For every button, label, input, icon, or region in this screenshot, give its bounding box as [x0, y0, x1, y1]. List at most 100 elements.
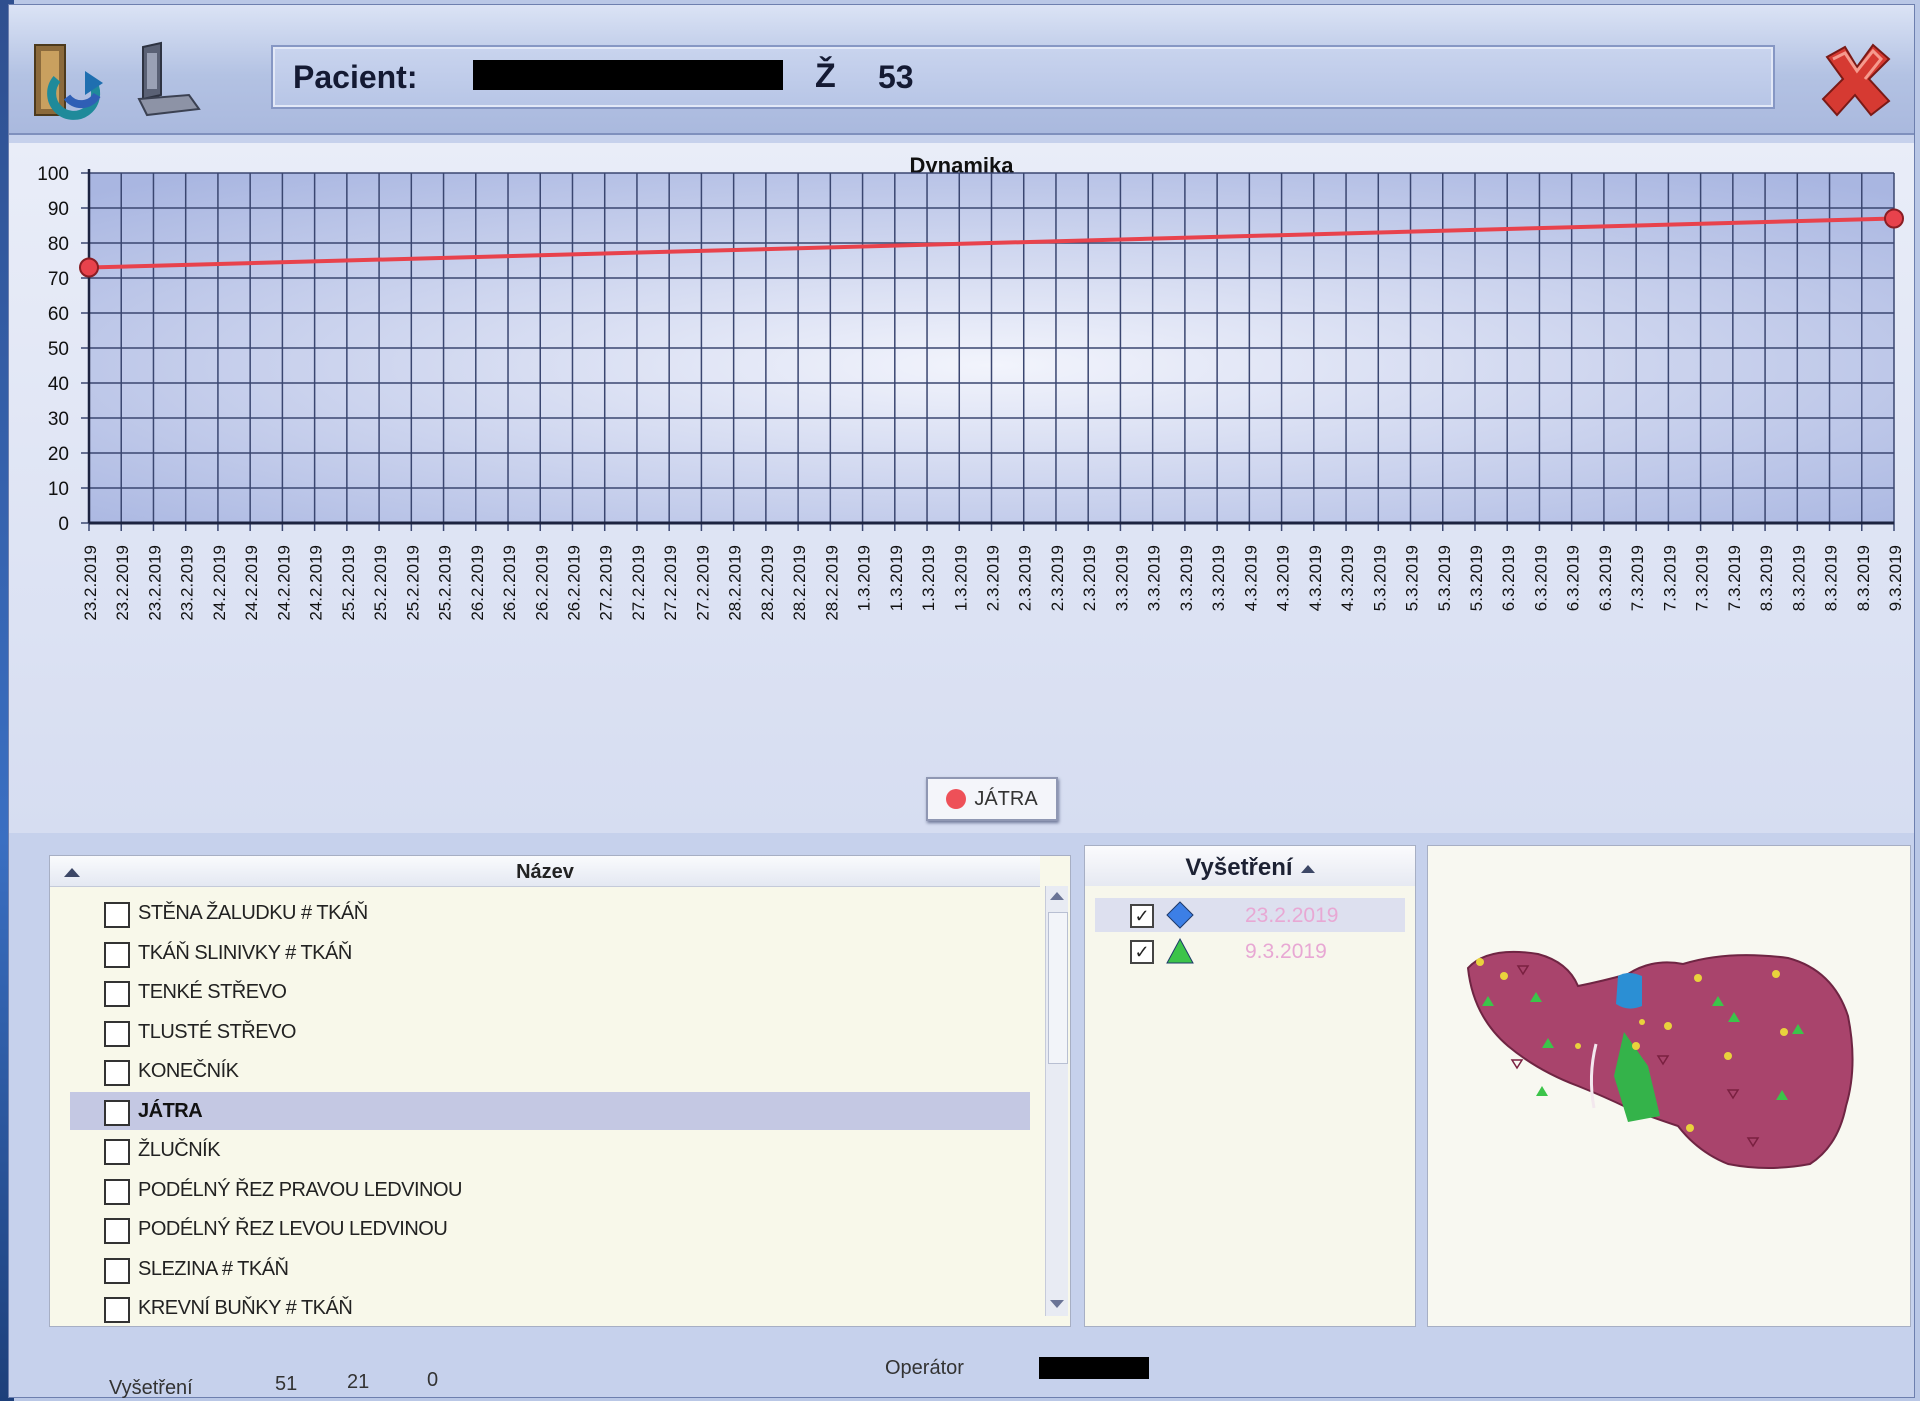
organ-checkbox[interactable]: [104, 1218, 130, 1244]
organ-checkbox[interactable]: [104, 1178, 130, 1205]
application-window: Pacient: Ž 53 Dynamika 0 10 20 30 40 50 60 70 80…: [8, 4, 1915, 1399]
x-tick-label: 7.3.2019: [1725, 545, 1744, 611]
organ-label: TENKÉ STŘEVO: [138, 981, 287, 1003]
x-tick-label: 6.3.2019: [1499, 545, 1518, 611]
x-tick-label: 28.2.2019: [822, 545, 841, 621]
x-tick-label: 5.3.2019: [1467, 545, 1486, 611]
organ-label: ŽLUČNÍK: [138, 1139, 221, 1161]
x-tick-label: 4.3.2019: [1241, 545, 1260, 611]
organ-list-item[interactable]: PODÉLNÝ ŘEZ PRAVOU LEDVINOU: [70, 1171, 1030, 1209]
toolbar: Pacient: Ž 53: [9, 5, 1914, 135]
exam-checkbox[interactable]: ✓: [1130, 940, 1154, 964]
x-tick-label: 25.2.2019: [436, 545, 455, 621]
y-tick-label: 60: [48, 304, 69, 325]
x-tick-label: 24.2.2019: [210, 545, 229, 621]
organ-checkbox[interactable]: [104, 981, 130, 1007]
scrollbar-thumb[interactable]: [1048, 912, 1068, 1064]
x-tick-label: 27.2.2019: [597, 545, 616, 621]
column-header-exam: Vyšetření: [1185, 854, 1293, 881]
x-tick-label: 3.3.2019: [1112, 545, 1131, 611]
x-tick-label: 25.2.2019: [403, 545, 422, 621]
close-button[interactable]: [1815, 39, 1897, 121]
organ-list-item[interactable]: TLUSTÉ STŘEVO: [70, 1013, 1030, 1051]
organ-checkbox[interactable]: [104, 1139, 130, 1165]
patient-age: 53: [878, 59, 914, 95]
chart-legend[interactable]: JÁTRA: [926, 777, 1058, 821]
monitor-icon[interactable]: [129, 39, 209, 123]
x-tick-label: 6.3.2019: [1596, 545, 1615, 611]
close-icon: [1821, 43, 1891, 117]
x-tick-label: 23.2.2019: [81, 545, 100, 621]
x-tick-label: 6.3.2019: [1564, 545, 1583, 611]
y-tick-label: 10: [48, 479, 69, 500]
organ-checkbox[interactable]: [104, 1020, 130, 1047]
organ-checkbox[interactable]: [104, 1297, 130, 1323]
refresh-icon[interactable]: [27, 39, 107, 123]
organ-list-item[interactable]: TENKÉ STŘEVO: [70, 973, 1030, 1011]
exam-checkbox[interactable]: ✓: [1130, 904, 1154, 928]
x-tick-label: 8.3.2019: [1789, 545, 1808, 611]
x-tick-label: 2.3.2019: [984, 545, 1003, 611]
organ-list-item[interactable]: KONEČNÍK: [70, 1052, 1030, 1090]
organ-list-item[interactable]: PODÉLNÝ ŘEZ LEVOU LEDVINOU: [70, 1210, 1030, 1248]
exam-list-item[interactable]: ✓ 23.2.2019: [1095, 898, 1405, 932]
organ-checkbox[interactable]: [104, 1099, 130, 1126]
x-tick-label: 28.2.2019: [790, 545, 809, 621]
organ-list-item[interactable]: TKÁŇ SLINIVKY # TKÁŇ: [70, 934, 1030, 972]
patient-label: Pacient:: [293, 59, 418, 95]
status-bar: Vyšetření 51 21 0 Operátor: [39, 1357, 1909, 1399]
x-tick-label: 26.2.2019: [468, 545, 487, 621]
organ-list-item[interactable]: JÁTRA: [70, 1091, 1030, 1130]
organ-list-item[interactable]: KREVNÍ BUŇKY # TKÁŇ: [70, 1289, 1030, 1327]
organ-label: KREVNÍ BUŇKY # TKÁŇ: [138, 1297, 353, 1319]
y-tick-label: 80: [48, 234, 69, 255]
x-tick-label: 23.2.2019: [113, 545, 132, 621]
organ-list-header[interactable]: Název: [50, 856, 1040, 887]
organ-checkbox[interactable]: [104, 902, 130, 928]
scroll-up-icon[interactable]: [1050, 892, 1064, 900]
x-tick-label: 4.3.2019: [1274, 545, 1293, 611]
organ-checkbox[interactable]: [104, 1257, 130, 1284]
x-tick-label: 25.2.2019: [339, 545, 358, 621]
patient-sex: Ž: [815, 57, 836, 95]
patient-info-bar: Pacient: Ž 53: [271, 45, 1775, 109]
legend-marker-icon: [946, 789, 967, 809]
y-tick-label: 70: [48, 269, 69, 290]
organ-list-scrollbar[interactable]: [1045, 886, 1068, 1316]
liver-model-view[interactable]: [1427, 845, 1911, 1327]
x-tick-label: 1.3.2019: [887, 545, 906, 611]
x-tick-label: 9.3.2019: [1886, 545, 1905, 611]
y-tick-label: 40: [48, 374, 69, 395]
x-tick-label: 26.2.2019: [532, 545, 551, 621]
organ-list-panel: Název STĚNA ŽALUDKU # TKÁŇ TKÁŇ SLINIVKY …: [49, 855, 1071, 1327]
x-tick-label: 27.2.2019: [661, 545, 680, 621]
exam-list-item[interactable]: ✓ 9.3.2019: [1095, 934, 1405, 968]
x-tick-label: 24.2.2019: [307, 545, 326, 621]
y-tick-label: 90: [48, 199, 69, 220]
x-tick-label: 24.2.2019: [242, 545, 261, 621]
exam-list-header[interactable]: Vyšetření: [1085, 846, 1415, 886]
x-tick-label: 28.2.2019: [758, 545, 777, 621]
organ-list-item[interactable]: STĚNA ŽALUDKU # TKÁŇ: [70, 894, 1030, 932]
organ-checkbox[interactable]: [104, 941, 130, 968]
scroll-down-icon[interactable]: [1050, 1300, 1064, 1308]
x-tick-label: 8.3.2019: [1757, 545, 1776, 611]
organ-list-item[interactable]: ŽLUČNÍK: [70, 1131, 1030, 1169]
x-tick-label: 5.3.2019: [1435, 545, 1454, 611]
x-tick-label: 24.2.2019: [274, 545, 293, 621]
organ-checkbox[interactable]: [104, 1060, 130, 1086]
column-header-name: Název: [516, 861, 574, 883]
organ-list-item[interactable]: SLEZINA # TKÁŇ: [70, 1250, 1030, 1288]
x-tick-label: 2.3.2019: [1048, 545, 1067, 611]
x-tick-label: 26.2.2019: [500, 545, 519, 621]
liver-3d-model-icon: [1466, 950, 1854, 1169]
x-tick-label: 6.3.2019: [1531, 545, 1550, 611]
operator-label: Operátor: [885, 1357, 964, 1379]
x-tick-label: 3.3.2019: [1145, 545, 1164, 611]
series-point: [79, 257, 99, 278]
x-tick-label: 1.3.2019: [951, 545, 970, 611]
y-tick-label: 0: [58, 514, 69, 535]
x-tick-label: 5.3.2019: [1403, 545, 1422, 611]
x-tick-label: 23.2.2019: [178, 545, 197, 621]
diamond-marker-icon: [1166, 901, 1194, 929]
